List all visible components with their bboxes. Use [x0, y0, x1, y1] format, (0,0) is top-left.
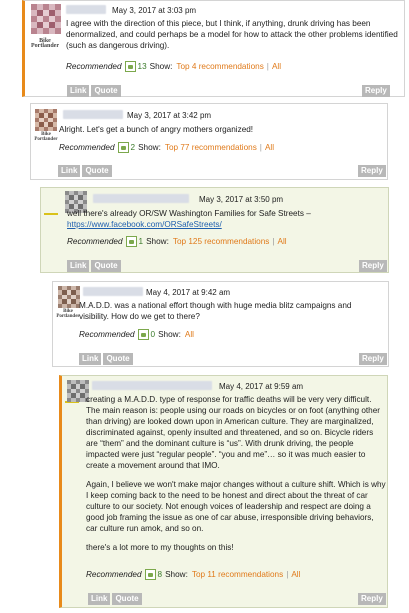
- comment-body: creating a M.A.D.D. type of response for…: [86, 395, 386, 552]
- top-recommendations-link[interactable]: Top 125 recommendations: [173, 237, 270, 246]
- author-name-redacted[interactable]: [93, 194, 189, 203]
- quote-button[interactable]: Quote: [91, 85, 121, 97]
- comment-body: well there's already OR/SW Washington Fa…: [67, 209, 311, 229]
- link-button[interactable]: Link: [88, 593, 111, 605]
- recommend-count: 2: [130, 143, 136, 152]
- quote-button[interactable]: Quote: [91, 260, 121, 272]
- recommend-count: 0: [150, 330, 156, 339]
- recommend-bar: Recommended 13 Show: Top 4 recommendatio…: [66, 61, 282, 72]
- comment-date[interactable]: May 3, 2017 at 3:50 pm: [199, 195, 283, 204]
- reply-button[interactable]: Reply: [359, 260, 387, 272]
- reply-button[interactable]: Reply: [359, 353, 387, 365]
- recommend-count: 1: [138, 237, 144, 246]
- author-name-redacted[interactable]: [83, 287, 143, 296]
- recommend-bar: Recommended 0 Show: All: [79, 329, 194, 340]
- comment-2: Bike Portlander May 3, 2017 at 3:42 pm Al…: [30, 103, 388, 180]
- all-recommendations-link[interactable]: All: [291, 570, 300, 579]
- facebook-link[interactable]: https://www.facebook.com/ORSafeStreets/: [67, 220, 222, 229]
- bike-portlander-logo: Bike Portlander: [34, 132, 58, 142]
- recommend-count: 8: [157, 570, 163, 579]
- avatar: [31, 4, 61, 34]
- recommend-count: 13: [137, 62, 147, 71]
- recommend-bar: Recommended 8 Show: Top 11 recommendatio…: [86, 569, 301, 580]
- all-recommendations-link[interactable]: All: [272, 62, 281, 71]
- top-recommendations-link[interactable]: Top 11 recommendations: [192, 570, 283, 579]
- reply-button[interactable]: Reply: [358, 165, 386, 177]
- all-recommendations-link[interactable]: All: [265, 143, 274, 152]
- avatar: [35, 109, 57, 131]
- author-name-redacted[interactable]: [92, 381, 212, 390]
- author-name-redacted[interactable]: [66, 5, 106, 14]
- link-button[interactable]: Link: [67, 260, 90, 272]
- reply-button[interactable]: Reply: [362, 85, 390, 97]
- recommend-bar: Recommended 2 Show: Top 77 recommendatio…: [59, 142, 275, 153]
- all-recommendations-link[interactable]: All: [278, 237, 287, 246]
- comment-3: May 3, 2017 at 3:50 pm well there's alre…: [40, 187, 389, 273]
- bike-portlander-logo: Bike Portlander: [56, 309, 80, 319]
- top-recommendations-link[interactable]: Top 77 recommendations: [165, 143, 257, 152]
- thumbs-up-icon[interactable]: [125, 236, 137, 247]
- comment-1: Bike Portlander May 3, 2017 at 3:03 pm I …: [22, 0, 405, 97]
- thumbs-up-icon[interactable]: [124, 61, 136, 72]
- recommend-bar: Recommended 1 Show: Top 125 recommendati…: [67, 236, 287, 247]
- quote-button[interactable]: Quote: [103, 353, 133, 365]
- link-button[interactable]: Link: [79, 353, 102, 365]
- bike-portlander-logo: Bike Portlander: [31, 38, 59, 49]
- comment-date[interactable]: May 4, 2017 at 9:59 am: [219, 382, 303, 391]
- comment-date[interactable]: May 4, 2017 at 9:42 am: [146, 288, 230, 297]
- link-button[interactable]: Link: [67, 85, 90, 97]
- quote-button[interactable]: Quote: [112, 593, 142, 605]
- comment-body: I agree with the direction of this piece…: [66, 19, 398, 50]
- thumbs-up-icon[interactable]: [137, 329, 149, 340]
- comment-body: M.A.D.D. was a national effort though wi…: [79, 301, 352, 321]
- top-recommendations-link[interactable]: Top 4 recommendations: [176, 62, 263, 71]
- all-recommendations-link[interactable]: All: [185, 330, 194, 339]
- comment-4: Bike Portlander May 4, 2017 at 9:42 am M.…: [52, 281, 389, 367]
- quote-button[interactable]: Quote: [82, 165, 112, 177]
- author-name-redacted[interactable]: [63, 110, 123, 119]
- link-button[interactable]: Link: [58, 165, 81, 177]
- avatar: [58, 286, 80, 308]
- reply-button[interactable]: Reply: [358, 593, 386, 605]
- thumbs-up-icon[interactable]: [144, 569, 156, 580]
- comment-date[interactable]: May 3, 2017 at 3:42 pm: [127, 111, 211, 120]
- comment-body: Alright. Let's get a bunch of angry moth…: [59, 125, 254, 134]
- comment-5: May 4, 2017 at 9:59 am creating a M.A.D.…: [59, 375, 388, 608]
- comment-date[interactable]: May 3, 2017 at 3:03 pm: [112, 6, 196, 15]
- thumbs-up-icon[interactable]: [117, 142, 129, 153]
